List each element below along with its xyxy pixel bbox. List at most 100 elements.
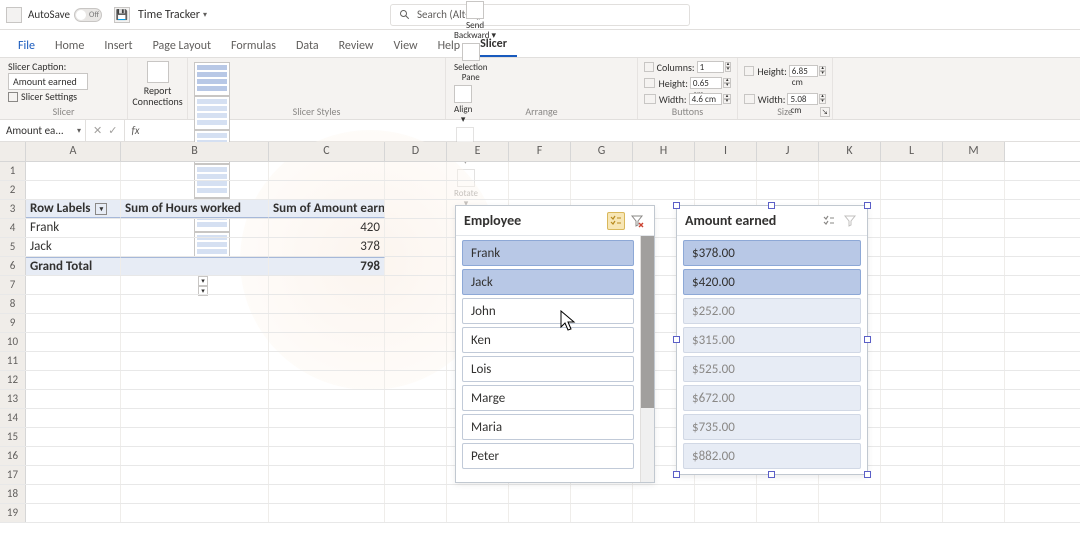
cell-E2[interactable] [447, 181, 509, 199]
column-header-D[interactable]: D [385, 142, 447, 161]
cell-M3[interactable] [943, 200, 1005, 218]
multi-select-icon[interactable] [820, 212, 838, 230]
cell-F19[interactable] [509, 504, 571, 522]
tab-file[interactable]: File [8, 35, 45, 57]
tab-review[interactable]: Review [329, 35, 384, 57]
cell-C19[interactable] [269, 504, 385, 522]
cell-B2[interactable] [121, 181, 269, 199]
column-header-H[interactable]: H [633, 142, 695, 161]
cell-D8[interactable] [385, 295, 447, 313]
cell-C10[interactable] [269, 333, 385, 351]
cell-D17[interactable] [385, 466, 447, 484]
cell-L4[interactable] [881, 219, 943, 237]
cell-M10[interactable] [943, 333, 1005, 351]
cell-L10[interactable] [881, 333, 943, 351]
cell-H2[interactable] [633, 181, 695, 199]
clear-filter-icon[interactable] [628, 212, 646, 230]
cell-L11[interactable] [881, 352, 943, 370]
row-header-17[interactable]: 17 [0, 466, 26, 484]
selection-pane-button[interactable]: SelectionPane [452, 43, 489, 83]
cell-K19[interactable] [819, 504, 881, 522]
row-labels-filter[interactable]: ▾ [95, 203, 107, 215]
cell-L12[interactable] [881, 371, 943, 389]
cell-F18[interactable] [509, 485, 571, 503]
slicer-item[interactable]: Marge [462, 385, 634, 411]
cancel-icon[interactable]: ✕ [93, 124, 102, 137]
cell-A19[interactable] [26, 504, 121, 522]
cell-K2[interactable] [819, 181, 881, 199]
cell-D4[interactable] [385, 219, 447, 237]
size-dialog-launcher[interactable]: ↘ [820, 107, 830, 117]
btn-height-spinner[interactable]: ▴▾ [723, 78, 731, 88]
cell-M8[interactable] [943, 295, 1005, 313]
row-header-10[interactable]: 10 [0, 333, 26, 351]
row-header-6[interactable]: 6 [0, 257, 26, 275]
cell-A6[interactable]: Grand Total [26, 257, 121, 275]
cell-B5[interactable] [121, 238, 269, 256]
cell-H19[interactable] [633, 504, 695, 522]
cell-C7[interactable] [269, 276, 385, 294]
columns-input[interactable]: 1 [697, 61, 724, 73]
cell-C15[interactable] [269, 428, 385, 446]
column-header-M[interactable]: M [943, 142, 1005, 161]
row-header-19[interactable]: 19 [0, 504, 26, 522]
cell-D13[interactable] [385, 390, 447, 408]
slicer-item[interactable]: $525.00 [683, 356, 861, 382]
cell-B1[interactable] [121, 162, 269, 180]
cell-D19[interactable] [385, 504, 447, 522]
slicer-item[interactable]: $420.00 [683, 269, 861, 295]
cell-J1[interactable] [757, 162, 819, 180]
cell-L5[interactable] [881, 238, 943, 256]
clear-filter-icon[interactable] [841, 212, 859, 230]
cell-M6[interactable] [943, 257, 1005, 275]
cell-M13[interactable] [943, 390, 1005, 408]
cell-C17[interactable] [269, 466, 385, 484]
cell-D14[interactable] [385, 409, 447, 427]
select-all-corner[interactable] [0, 142, 26, 161]
cell-L8[interactable] [881, 295, 943, 313]
cell-G19[interactable] [571, 504, 633, 522]
slicer-item[interactable]: Frank [462, 240, 634, 266]
cell-L19[interactable] [881, 504, 943, 522]
cell-A10[interactable] [26, 333, 121, 351]
cell-L3[interactable] [881, 200, 943, 218]
row-header-4[interactable]: 4 [0, 219, 26, 237]
cell-A8[interactable] [26, 295, 121, 313]
column-header-I[interactable]: I [695, 142, 757, 161]
cell-M2[interactable] [943, 181, 1005, 199]
cell-B12[interactable] [121, 371, 269, 389]
cell-B6[interactable] [121, 257, 269, 275]
tab-formulas[interactable]: Formulas [221, 35, 286, 57]
file-name-dropdown[interactable]: ▾ [203, 10, 207, 20]
save-icon[interactable]: 💾 [114, 7, 130, 23]
slicer-amount-earned[interactable]: Amount earned $378.00$420.00$252.00$315.… [676, 205, 868, 475]
tab-data[interactable]: Data [286, 35, 329, 57]
row-header-1[interactable]: 1 [0, 162, 26, 180]
cell-F1[interactable] [509, 162, 571, 180]
cell-B4[interactable] [121, 219, 269, 237]
cell-K1[interactable] [819, 162, 881, 180]
cell-I1[interactable] [695, 162, 757, 180]
row-header-14[interactable]: 14 [0, 409, 26, 427]
cell-D6[interactable] [385, 257, 447, 275]
cell-M5[interactable] [943, 238, 1005, 256]
cell-J18[interactable] [757, 485, 819, 503]
cell-A14[interactable] [26, 409, 121, 427]
slicer-item[interactable]: Ken [462, 327, 634, 353]
column-header-C[interactable]: C [269, 142, 385, 161]
cell-D3[interactable] [385, 200, 447, 218]
columns-spinner[interactable]: ▴▾ [725, 62, 731, 72]
cell-D7[interactable] [385, 276, 447, 294]
cell-L14[interactable] [881, 409, 943, 427]
cell-C2[interactable] [269, 181, 385, 199]
enter-icon[interactable]: ✓ [108, 124, 117, 137]
cell-L17[interactable] [881, 466, 943, 484]
cell-B15[interactable] [121, 428, 269, 446]
slicer-style-1[interactable] [194, 62, 230, 96]
slicer-item[interactable]: Maria [462, 414, 634, 440]
column-header-G[interactable]: G [571, 142, 633, 161]
autosave-toggle-wrap[interactable]: AutoSave Off [28, 8, 102, 22]
file-name[interactable]: Time Tracker [138, 8, 200, 22]
cell-B17[interactable] [121, 466, 269, 484]
cell-M18[interactable] [943, 485, 1005, 503]
